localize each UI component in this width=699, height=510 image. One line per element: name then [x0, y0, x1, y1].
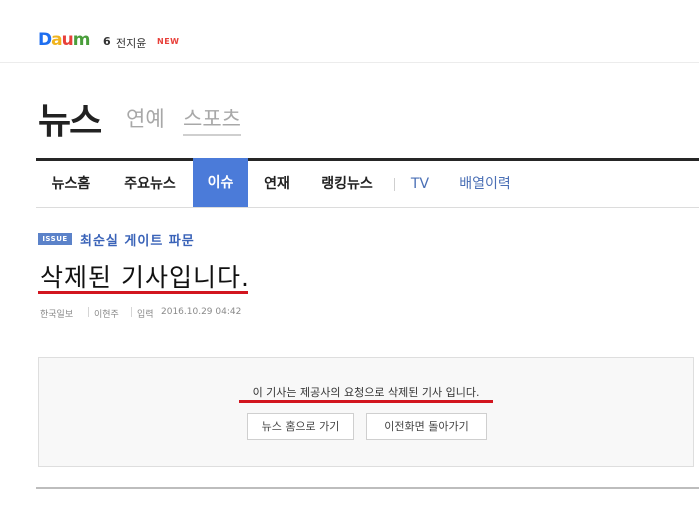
article-date-label: 입력 [137, 310, 154, 320]
bottom-divider [36, 487, 699, 489]
trending-rank: 6 [103, 35, 111, 48]
daum-logo[interactable]: Daum [38, 30, 91, 50]
article-date: 2016.10.29 04:42 [161, 307, 242, 317]
nav-item-issue[interactable]: 이슈 [193, 158, 248, 207]
logo-letter-a: a [51, 30, 63, 50]
section-link-sports[interactable]: 스포츠 [183, 103, 241, 136]
nav-item-series[interactable]: 연재 [252, 161, 302, 207]
top-bar: Daum 6 전지윤 NEW [0, 0, 699, 63]
article-author: 이현주 [94, 310, 119, 320]
article-source[interactable]: 한국일보 [40, 307, 73, 320]
nav-item-main-news[interactable]: 주요뉴스 [108, 161, 192, 207]
section-link-entertainment[interactable]: 연예 [126, 103, 165, 133]
logo-letter-m: m [72, 30, 91, 50]
nav-item-ranking[interactable]: 랭킹뉴스 [306, 161, 388, 207]
main-nav: 뉴스홈 주요뉴스 이슈 연재 랭킹뉴스 TV 배열이력 [36, 158, 699, 208]
new-badge: NEW [157, 37, 180, 46]
go-news-home-button[interactable]: 뉴스 홈으로 가기 [247, 413, 354, 440]
nav-item-tv[interactable]: TV [404, 161, 436, 207]
meta-divider [88, 307, 89, 317]
issue-title-link[interactable]: 최순실 게이트 파문 [80, 230, 195, 249]
headline-red-underline [38, 291, 248, 294]
notice-red-underline [239, 400, 493, 403]
deleted-notice-message: 이 기사는 제공사의 요청으로 삭제된 기사 입니다. [252, 386, 480, 399]
section-title[interactable]: 뉴스 [38, 92, 102, 144]
deleted-notice-box: 이 기사는 제공사의 요청으로 삭제된 기사 입니다. 뉴스 홈으로 가기 이전… [38, 357, 694, 467]
article-headline: 삭제된 기사입니다. [40, 263, 250, 292]
logo-letter-d: D [38, 30, 52, 50]
go-back-button[interactable]: 이전화면 돌아가기 [366, 413, 487, 440]
logo-letter-u: u [61, 30, 74, 50]
nav-item-news-home[interactable]: 뉴스홈 [36, 161, 106, 207]
meta-divider [131, 307, 132, 317]
nav-divider [394, 178, 395, 191]
trending-keyword[interactable]: 전지윤 [116, 35, 146, 51]
issue-badge: ISSUE [38, 233, 72, 245]
nav-item-history[interactable]: 배열이력 [454, 161, 516, 207]
